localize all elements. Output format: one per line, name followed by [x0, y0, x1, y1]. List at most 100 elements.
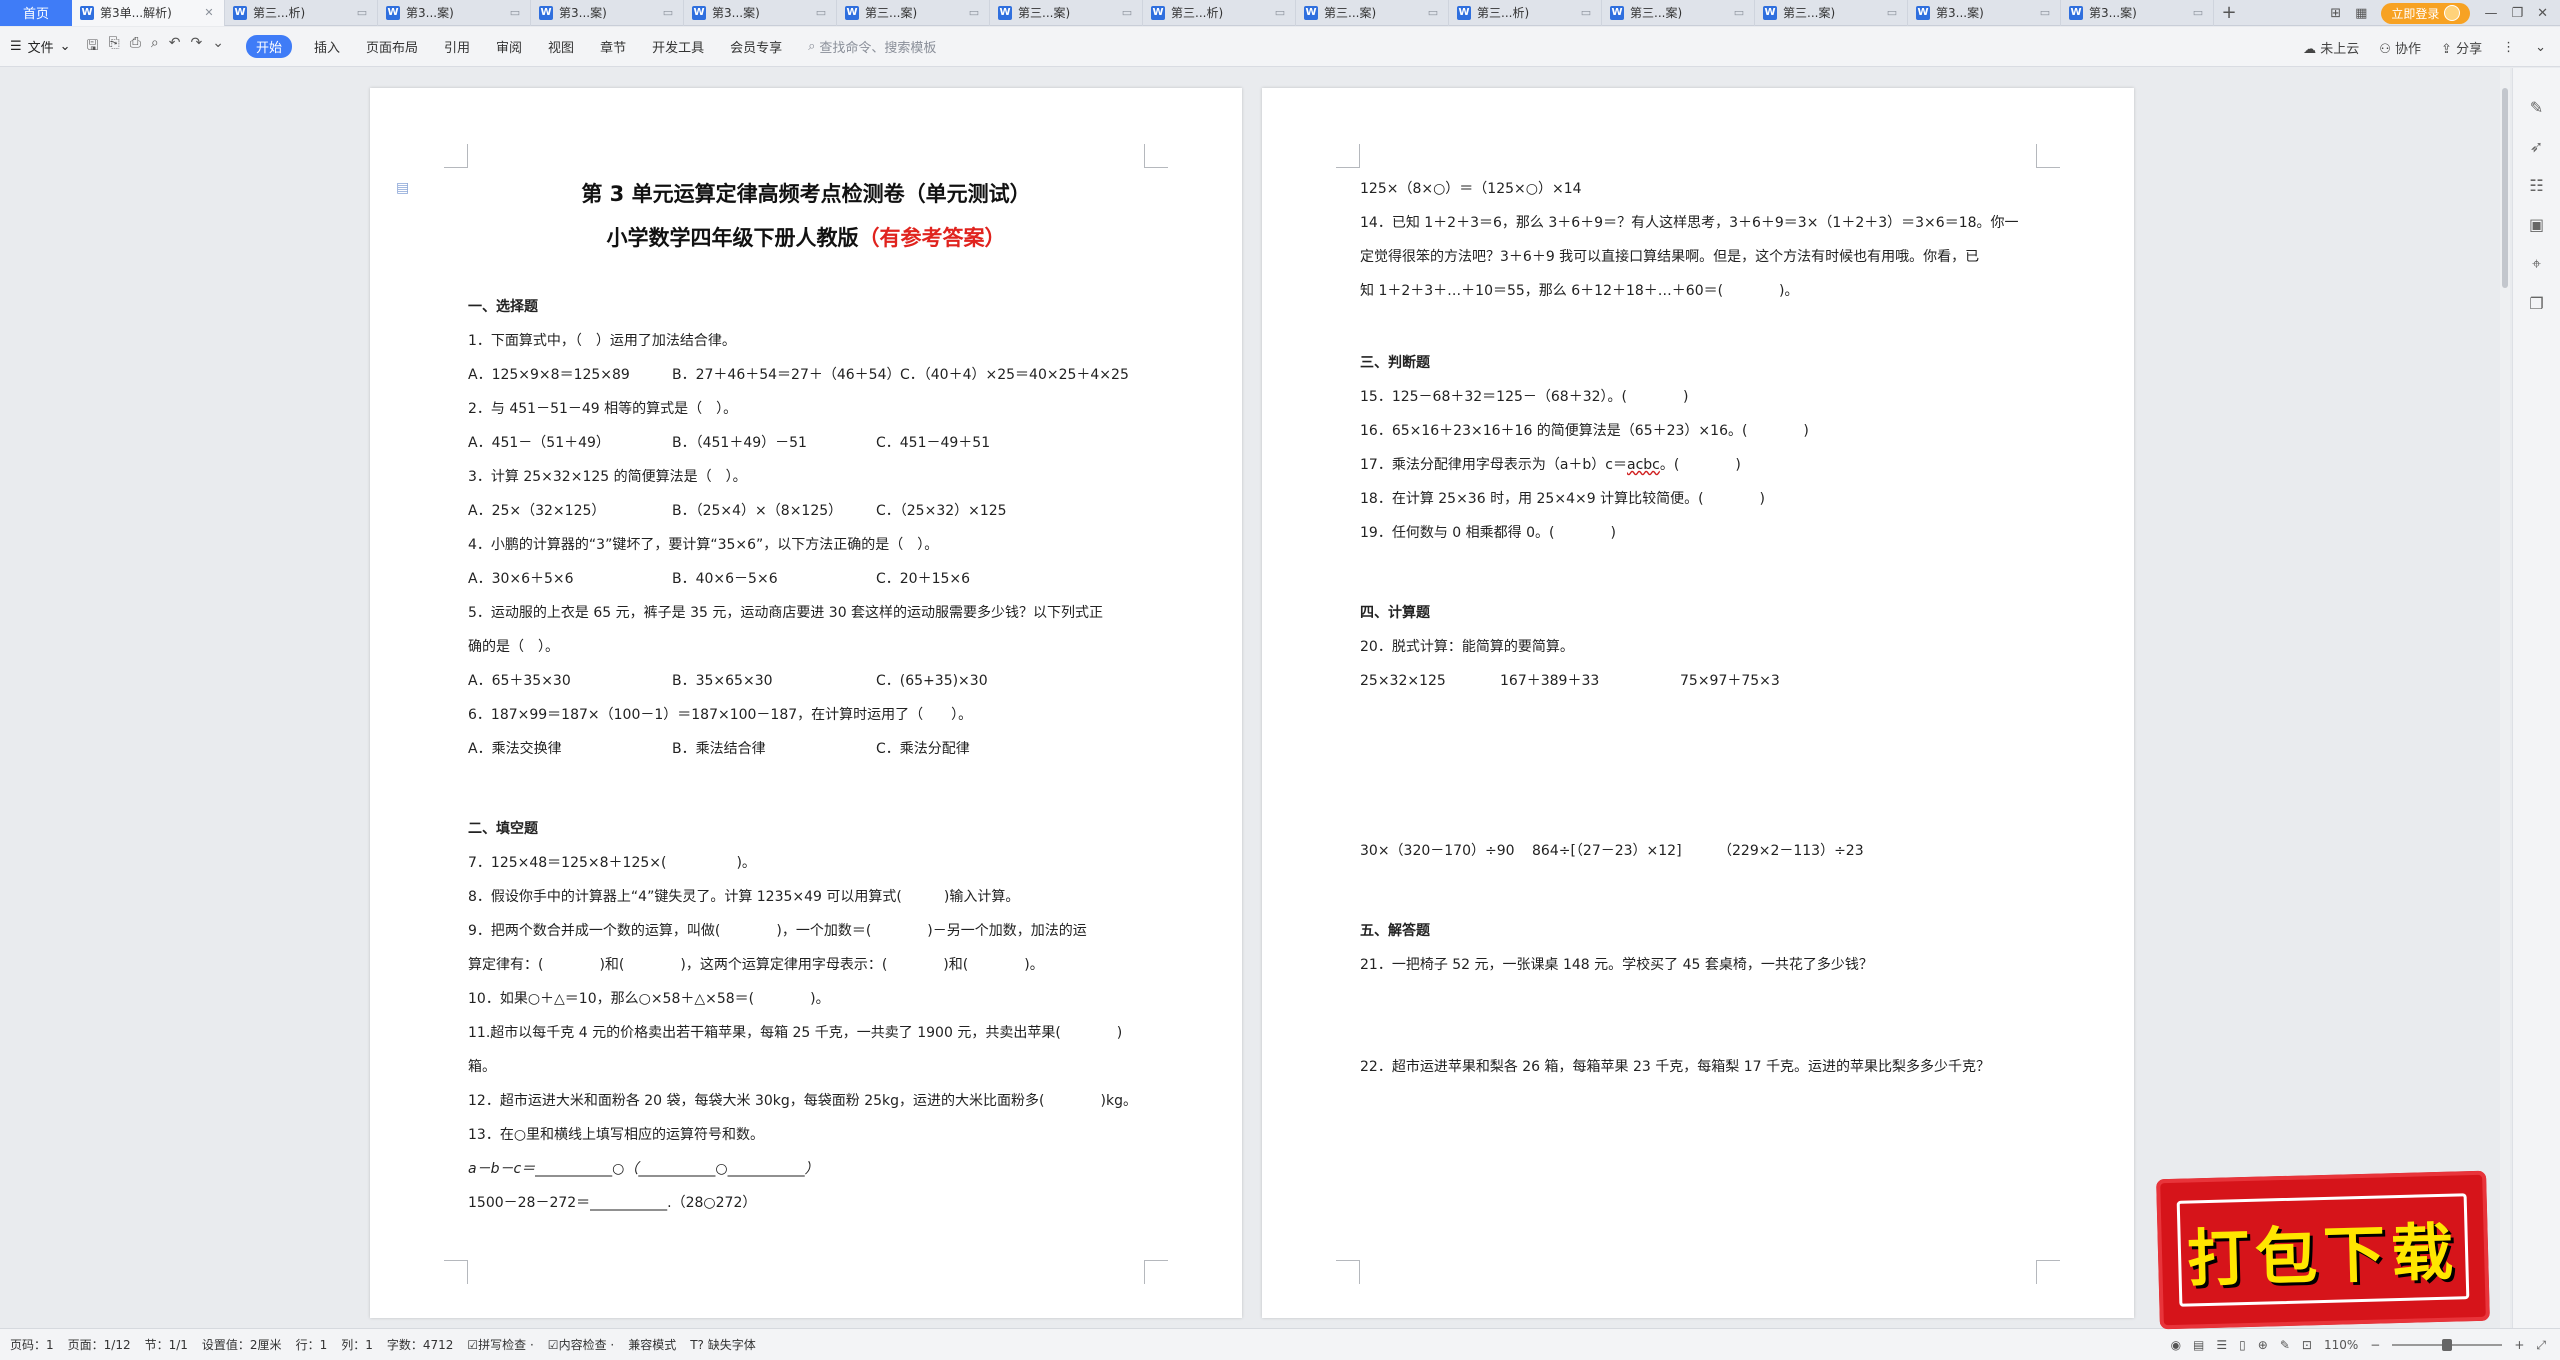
- doc-tab[interactable]: W 第3...案) ▭: [684, 0, 837, 26]
- document-page-2[interactable]: 125×（8×○）＝（125×○）×14 14．已知 1＋2＋3＝6，那么 3＋…: [1262, 88, 2134, 1318]
- doc-tab[interactable]: W 第三...析) ▭: [1449, 0, 1602, 26]
- save-icon[interactable]: 🖫: [87, 35, 99, 59]
- options-row[interactable]: A．25×（32×125） B．（25×4）×（8×125） C．（25×32）×1…: [468, 494, 1144, 528]
- pointer-icon[interactable]: ➶: [2530, 137, 2543, 156]
- section-heading[interactable]: 一、选择题: [468, 290, 1144, 324]
- doc-tab[interactable]: W 第三...析) ▭: [1143, 0, 1296, 26]
- login-button[interactable]: 立即登录: [2381, 2, 2471, 24]
- question[interactable]: 2．与 451－51－49 相等的算式是（ ）。: [468, 392, 1144, 426]
- calc-row[interactable]: 30×（320－170）÷90 864÷[（27－23）×12] （229×2－11…: [1360, 834, 2036, 868]
- question[interactable]: 19．任何数与 0 相乘都得 0。( ): [1360, 516, 2036, 550]
- question[interactable]: 4．小鹏的计算器的“3”键坏了，要计算“35×6”，以下方法正确的是（ ）。: [468, 528, 1144, 562]
- document-subtitle[interactable]: 小学数学四年级下册人教版（有参考答案）: [468, 216, 1144, 260]
- question[interactable]: 11.超市以每千克 4 元的价格卖出若干箱苹果，每箱 25 千克，一共卖了 19…: [468, 1016, 1144, 1050]
- tab-insert[interactable]: 插入: [314, 37, 340, 56]
- options-row[interactable]: A．125×9×8＝125×89 B．27＋46＋54＝27＋（46＋54） C．（…: [468, 358, 1144, 392]
- section-heading[interactable]: 四、计算题: [1360, 596, 2036, 630]
- cloud-status[interactable]: ☁ 未上云: [2303, 38, 2359, 57]
- fill-blank-line[interactable]: a－b－c＝___________○（___________○_________…: [468, 1152, 1144, 1186]
- tab-start[interactable]: 开始: [245, 35, 292, 58]
- tab-member[interactable]: 会员专享: [730, 37, 782, 56]
- status-page-count[interactable]: 页面：1/12: [68, 1336, 131, 1353]
- document-canvas[interactable]: 第 3 单元运算定律高频考点检测卷（单元测试） 小学数学四年级下册人教版（有参考…: [0, 68, 2508, 1328]
- document-page-1[interactable]: 第 3 单元运算定律高频考点检测卷（单元测试） 小学数学四年级下册人教版（有参考…: [370, 88, 1242, 1318]
- options-row[interactable]: A．451－（51＋49） B．（451＋49）－51 C．451－49＋51: [468, 426, 1144, 460]
- layout-icon[interactable]: ⊞: [2330, 6, 2341, 21]
- doc-tab[interactable]: W 第三...案) ▭: [1755, 0, 1908, 26]
- options-row[interactable]: A．65＋35×30 B．35×65×30 C．(65+35)×30: [468, 664, 1144, 698]
- download-package-badge[interactable]: 打包下载: [2156, 1170, 2490, 1330]
- question[interactable]: 7．125×48＝125×8＋125×( )。: [468, 846, 1144, 880]
- question[interactable]: 16．65×16＋23×16＋16 的简便算法是（65＋23）×16。( ): [1360, 414, 2036, 448]
- doc-tab[interactable]: W 第三...案) ▭: [990, 0, 1143, 26]
- grid-icon[interactable]: ▦: [2355, 6, 2367, 21]
- status-setting[interactable]: 设置值：2厘米: [202, 1336, 282, 1353]
- doc-tab[interactable]: W 第三...案) ▭: [837, 0, 990, 26]
- doc-tab[interactable]: W 第3...案) ▭: [2061, 0, 2214, 26]
- tab-section[interactable]: 章节: [600, 37, 626, 56]
- doc-tab[interactable]: W 第三...案) ▭: [1296, 0, 1449, 26]
- collapse-ribbon-icon[interactable]: ⌄: [2535, 40, 2546, 55]
- question[interactable]: 5．运动服的上衣是 65 元，裤子是 35 元，运动商店要进 30 套这样的运动…: [468, 596, 1144, 630]
- zoom-slider-knob[interactable]: [2442, 1339, 2453, 1351]
- question-continued[interactable]: 算定律有：( )和( )，这两个运算定律用字母表示：( )和( )。: [468, 948, 1144, 982]
- new-tab-button[interactable]: +: [2214, 2, 2244, 23]
- scrollbar-thumb[interactable]: [2502, 88, 2508, 288]
- doc-tab[interactable]: W 第三...析) ▭: [225, 0, 378, 26]
- missing-fonts[interactable]: T? 缺失字体: [690, 1336, 756, 1353]
- question[interactable]: 3．计算 25×32×125 的简便算法是（ ）。: [468, 460, 1144, 494]
- close-icon[interactable]: ✕: [202, 6, 216, 19]
- question-continued[interactable]: 箱。: [468, 1050, 1144, 1084]
- question[interactable]: 6．187×99＝187×（100－1）＝187×100－187，在计算时运用了…: [468, 698, 1144, 732]
- zoom-out-icon[interactable]: −: [2370, 1338, 2380, 1352]
- question-continued[interactable]: 定觉得很笨的方法吧？3＋6＋9 我可以直接口算结果啊。但是，这个方法有时候也有用…: [1360, 240, 2036, 274]
- options-row[interactable]: A．乘法交换律 B．乘法结合律 C．乘法分配律: [468, 732, 1144, 766]
- collaborate-button[interactable]: ⚇ 协作: [2379, 38, 2421, 57]
- doc-tab[interactable]: W 第3...案) ▭: [1908, 0, 2061, 26]
- doc-tab[interactable]: W 第三...案) ▭: [1602, 0, 1755, 26]
- eye-icon[interactable]: ◉: [2171, 1338, 2181, 1352]
- compat-mode[interactable]: 兼容模式: [628, 1336, 676, 1353]
- tab-developer[interactable]: 开发工具: [652, 37, 704, 56]
- read-view-icon[interactable]: ▯: [2239, 1338, 2246, 1352]
- undo-icon[interactable]: ↶: [169, 35, 181, 59]
- document-map-icon[interactable]: ▤: [396, 180, 409, 196]
- question[interactable]: 18．在计算 25×36 时，用 25×4×9 计算比较简便。( ): [1360, 482, 2036, 516]
- question[interactable]: 12．超市运进大米和面粉各 20 袋，每袋大米 30kg，每袋面粉 25kg，运…: [468, 1084, 1144, 1118]
- vertical-scrollbar[interactable]: [2500, 68, 2510, 1328]
- question[interactable]: 17．乘法分配律用字母表示为（a＋b）c＝acbc。( ): [1360, 448, 2036, 482]
- status-word-count[interactable]: 字数：4712: [387, 1336, 454, 1353]
- spell-check-toggle[interactable]: ☑拼写检查 ·: [467, 1336, 533, 1353]
- fit-icon[interactable]: ⊡: [2302, 1338, 2312, 1352]
- section-heading[interactable]: 五、解答题: [1360, 914, 2036, 948]
- tab-home[interactable]: 首页: [0, 0, 72, 26]
- preview-icon[interactable]: ⌕: [151, 35, 159, 59]
- tab-references[interactable]: 引用: [444, 37, 470, 56]
- book-icon[interactable]: ❐: [2529, 294, 2543, 313]
- question[interactable]: 1．下面算式中，（ ）运用了加法结合律。: [468, 324, 1144, 358]
- page-view-icon[interactable]: ▤: [2193, 1338, 2204, 1352]
- question[interactable]: 15．125－68＋32＝125－（68＋32）。( ): [1360, 380, 2036, 414]
- web-view-icon[interactable]: ⊕: [2258, 1338, 2268, 1352]
- command-search[interactable]: ⌕ 查找命令、搜索模板: [808, 37, 936, 56]
- location-icon[interactable]: ⌖: [2532, 254, 2541, 274]
- tab-view[interactable]: 视图: [548, 37, 574, 56]
- status-section[interactable]: 节：1/1: [145, 1336, 188, 1353]
- fullscreen-icon[interactable]: ⤢: [2536, 1338, 2546, 1353]
- restore-icon[interactable]: ❐: [2511, 6, 2523, 21]
- question[interactable]: 21．一把椅子 52 元，一张课桌 148 元。学校买了 45 套桌椅，一共花了…: [1360, 948, 2036, 982]
- more-icon[interactable]: ⋮: [2502, 40, 2515, 55]
- write-mode-icon[interactable]: ✎: [2280, 1338, 2290, 1352]
- redo-icon[interactable]: ↷: [191, 35, 203, 59]
- question[interactable]: 10．如果○＋△＝10，那么○×58＋△×58＝( )。: [468, 982, 1144, 1016]
- section-heading[interactable]: 三、判断题: [1360, 346, 2036, 380]
- section-heading[interactable]: 二、填空题: [468, 812, 1144, 846]
- fill-blank-line[interactable]: 1500－28－272＝___________.（28○272）: [468, 1186, 1144, 1220]
- question[interactable]: 8．假设你手中的计算器上“4”键失灵了。计算 1235×49 可以用算式( )输…: [468, 880, 1144, 914]
- calc-row[interactable]: 25×32×125 167＋389＋33 75×97＋75×3: [1360, 664, 2036, 698]
- content-check-toggle[interactable]: ☑内容检查 ·: [548, 1336, 614, 1353]
- tab-review[interactable]: 审阅: [496, 37, 522, 56]
- document-title[interactable]: 第 3 单元运算定律高频考点检测卷（单元测试）: [468, 172, 1144, 216]
- zoom-in-icon[interactable]: +: [2514, 1338, 2524, 1352]
- question-continued[interactable]: 125×（8×○）＝（125×○）×14: [1360, 172, 2036, 206]
